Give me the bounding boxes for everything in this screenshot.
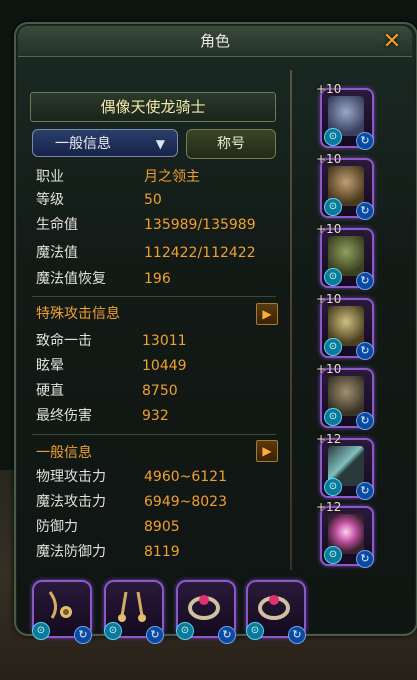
- stat-label: 魔法攻击力: [36, 494, 106, 510]
- stat-value: 135989/135989: [144, 217, 256, 233]
- sync-icon[interactable]: ↻: [356, 272, 374, 290]
- stat-value: 8750: [142, 383, 178, 399]
- sync-icon[interactable]: ↻: [218, 626, 236, 644]
- lock-icon[interactable]: ⊙: [32, 622, 50, 640]
- stat-value: 8905: [144, 519, 180, 535]
- lock-icon[interactable]: ⊙: [324, 478, 342, 496]
- stat-label: 等级: [36, 192, 64, 208]
- lock-icon[interactable]: ⊙: [324, 128, 342, 146]
- sync-icon[interactable]: ↻: [74, 626, 92, 644]
- lock-icon[interactable]: ⊙: [324, 338, 342, 356]
- earring-icon: [114, 588, 150, 624]
- stat-label: 生命值: [36, 217, 78, 233]
- stat-label: 物理攻击力: [36, 469, 106, 485]
- equip-slot-earring-left[interactable]: ⊙ ↻: [30, 578, 92, 644]
- stat-label: 职业: [36, 169, 64, 185]
- section-divider: [32, 296, 276, 297]
- lock-icon[interactable]: ⊙: [104, 622, 122, 640]
- stat-label: 防御力: [36, 519, 78, 535]
- enhance-level: +10: [316, 292, 342, 306]
- stat-label: 魔法值恢复: [36, 271, 106, 287]
- lock-icon[interactable]: ⊙: [324, 408, 342, 426]
- equip-slot-armor[interactable]: +10 ⊙ ↻: [316, 152, 376, 220]
- stat-value: 50: [144, 192, 162, 208]
- enhance-level: +12: [316, 432, 342, 446]
- stat-label: 眩晕: [36, 358, 64, 374]
- ring-icon: [256, 588, 292, 624]
- expand-special-attack-button[interactable]: ▶: [256, 303, 278, 325]
- stat-value: 8119: [144, 544, 180, 560]
- lock-icon[interactable]: ⊙: [324, 198, 342, 216]
- equip-slot-weapon[interactable]: +12 ⊙ ↻: [316, 432, 376, 500]
- enhance-level: +10: [316, 362, 342, 376]
- section-divider: [32, 434, 276, 435]
- stat-label: 魔法防御力: [36, 544, 106, 560]
- stat-label: 致命一击: [36, 333, 92, 349]
- lock-icon[interactable]: ⊙: [324, 546, 342, 564]
- equip-slot-helmet[interactable]: +10 ⊙ ↻: [316, 82, 376, 150]
- close-icon[interactable]: ✕: [380, 30, 404, 54]
- stat-value: 10449: [142, 358, 187, 374]
- stat-value: 月之领主: [144, 169, 200, 185]
- equip-slot-gauntlet[interactable]: +10 ⊙ ↻: [316, 222, 376, 290]
- stat-label: 最终伤害: [36, 408, 92, 424]
- sync-icon[interactable]: ↻: [146, 626, 164, 644]
- sync-icon[interactable]: ↻: [356, 202, 374, 220]
- title-button[interactable]: 称号: [186, 129, 276, 159]
- special-attack-heading: 特殊攻击信息: [36, 306, 120, 322]
- equip-slot-leggings[interactable]: +10 ⊙ ↻: [316, 292, 376, 360]
- stat-value: 4960~6121: [144, 469, 227, 485]
- earring-icon: [42, 588, 78, 624]
- stat-value: 112422/112422: [144, 245, 256, 261]
- stat-value: 6949~8023: [144, 494, 227, 510]
- info-dropdown[interactable]: 一般信息 ▼: [32, 129, 178, 157]
- sync-icon[interactable]: ↻: [288, 626, 306, 644]
- sync-icon[interactable]: ↻: [356, 482, 374, 500]
- equip-slot-offhand[interactable]: +12 ⊙ ↻: [316, 500, 376, 568]
- equip-slot-earring-right[interactable]: ⊙ ↻: [102, 578, 164, 644]
- enhance-level: +10: [316, 82, 342, 96]
- stat-value: 196: [144, 271, 171, 287]
- chevron-down-icon: ▼: [155, 137, 165, 151]
- sync-icon[interactable]: ↻: [356, 342, 374, 360]
- lock-icon[interactable]: ⊙: [176, 622, 194, 640]
- enhance-level: +12: [316, 500, 342, 514]
- sync-icon[interactable]: ↻: [356, 550, 374, 568]
- equip-slot-boots[interactable]: +10 ⊙ ↻: [316, 362, 376, 430]
- panel-divider: [290, 70, 292, 570]
- window-title: 角色: [18, 26, 412, 57]
- equip-slot-ring-right[interactable]: ⊙ ↻: [244, 578, 306, 644]
- equip-slot-ring-left[interactable]: ⊙ ↻: [174, 578, 236, 644]
- stat-label: 魔法值: [36, 245, 78, 261]
- info-dropdown-label: 一般信息: [55, 136, 111, 152]
- stat-label: 硬直: [36, 383, 64, 399]
- general-info-heading: 一般信息: [36, 445, 92, 461]
- stat-value: 13011: [142, 333, 187, 349]
- enhance-level: +10: [316, 222, 342, 236]
- sync-icon[interactable]: ↻: [356, 412, 374, 430]
- expand-general-info-button[interactable]: ▶: [256, 440, 278, 462]
- lock-icon[interactable]: ⊙: [246, 622, 264, 640]
- sync-icon[interactable]: ↻: [356, 132, 374, 150]
- lock-icon[interactable]: ⊙: [324, 268, 342, 286]
- stat-value: 932: [142, 408, 169, 424]
- enhance-level: +10: [316, 152, 342, 166]
- character-name: 偶像天使龙骑士: [30, 92, 276, 122]
- ring-icon: [186, 588, 222, 624]
